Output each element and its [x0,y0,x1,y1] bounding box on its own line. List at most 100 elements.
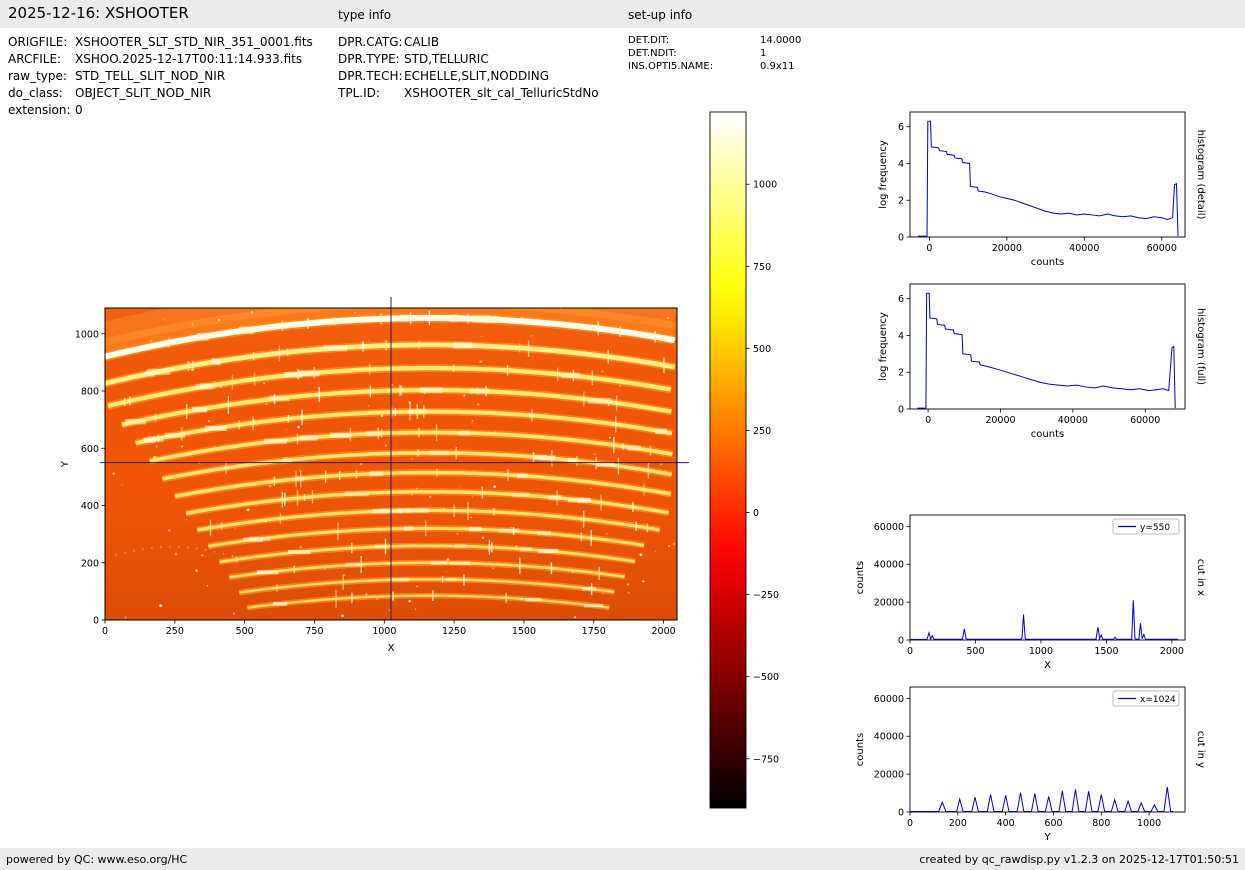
hot-pixel [253,419,255,422]
histogram-full-plot: 0 20000 40000 60000 0 2 4 6 counts log frequency h… [878,283,1206,440]
metadata-key: raw_type: [8,69,67,83]
colorbar-tick-label: 750 [753,262,771,273]
hot-pixel [231,555,234,558]
hot-pixel [660,463,663,466]
hot-pixel [206,585,209,587]
hot-pixel [446,558,450,561]
faint-trail-dot [222,552,225,555]
hot-pixel [573,616,577,619]
colorbar-gradient [709,111,747,809]
legend-label: y=550 [1140,523,1170,533]
metadata-key: DET.NDIT: [628,48,677,59]
hot-pixel [250,310,254,314]
metadata-value: 14.0000 [760,35,802,46]
metadata-key: DPR.TECH: [338,69,403,83]
hot-pixel [124,616,127,619]
x-tick-label: 2000 [1160,646,1184,657]
y-tick-label: 0 [898,405,904,416]
hot-pixel [652,527,654,529]
hot-pixel [470,516,472,519]
hot-pixel [602,593,604,595]
faint-trail-dot [142,548,144,551]
x-tick-label: 500 [236,626,254,637]
hot-pixel [265,403,268,405]
hot-pixel [445,570,448,573]
x-axis-label: Y [1043,832,1051,843]
panel-side-label: histogram (detail) [1195,130,1206,220]
hot-pixel [477,403,480,406]
x-tick-label: 400 [997,818,1015,829]
hot-pixel [191,368,194,372]
faint-trail-dot [240,556,243,559]
panel-side-label: cut in x [1195,559,1206,596]
hot-pixel [429,495,432,498]
hot-pixel [380,414,384,417]
hot-pixel [121,484,124,486]
page-title: 2025-12-16: XSHOOTER [8,4,189,22]
faint-trail-dot [151,547,153,549]
y-tick-label: 4 [898,159,904,170]
legend-label: x=1024 [1140,695,1176,705]
x-tick-label: 0 [102,626,108,637]
hot-pixel [368,405,370,407]
hot-pixel [639,553,643,557]
y-tick-label: 400 [81,501,99,512]
x-tick-label: 1000 [1137,818,1161,829]
panel-side-label: cut in y [1195,731,1206,768]
panel-side-label: histogram (full) [1195,308,1206,385]
y-tick-label: 40000 [874,560,904,571]
hot-pixel [520,597,523,601]
hot-pixel [601,370,604,373]
hot-pixel [559,514,562,516]
hot-pixel [594,453,596,455]
hot-pixel [368,340,370,342]
metadata-value: XSHOOTER_slt_cal_TelluricStdNo [404,86,599,100]
y-tick-label: 6 [898,294,904,305]
footer-bar: powered by QC: www.eso.org/HC created by… [0,848,1245,870]
metadata-row: DET.DIT: 14.0000 [628,34,801,47]
x-tick-label: 0 [907,818,913,829]
x-axis-label: X [388,643,395,654]
hot-pixel [285,429,287,431]
y-axis-label: Y [60,460,71,468]
y-tick-label: 1000 [75,329,99,340]
hot-pixel [218,319,221,322]
metadata-row: DPR.TECH:ECHELLE,SLIT,NODDING [338,68,599,85]
colorbar-tick-label: 250 [753,426,771,437]
figure-canvas: 0 250 500 750 1000 1250 1500 1750 20000200400600… [60,111,1206,843]
hot-pixel [492,567,495,570]
hot-pixel [481,536,485,539]
hot-pixel [376,598,378,600]
hot-pixel [493,485,497,488]
hot-pixel [207,525,210,528]
hot-pixel [185,519,187,521]
hot-pixel [378,528,380,531]
hot-pixel [411,458,414,460]
y-tick-label: 800 [81,387,99,398]
hot-pixel [112,472,115,475]
hot-pixel [359,462,363,466]
type-info-heading: type info [338,8,392,22]
colorbar-tick-label: −250 [753,590,779,601]
hot-pixel [149,339,153,343]
setup-info-block: DET.DIT: 14.0000 DET.NDIT: 1 INS.OPTI5.NAME:… [628,34,801,73]
hot-pixel [195,569,198,572]
hot-pixel [219,386,222,389]
y-axis-label: counts [855,733,866,766]
metadata-value: 0.9x11 [760,61,795,72]
hot-pixel [408,599,412,603]
x-tick-label: 800 [1092,818,1110,829]
metadata-value: ECHELLE,SLIT,NODDING [404,69,550,83]
x-tick-label: 20000 [992,243,1022,254]
hot-pixel [588,377,590,379]
hot-pixel [448,544,451,548]
x-tick-label: 1500 [1094,646,1118,657]
x-axis-label: X [1044,660,1051,671]
hot-pixel [411,493,413,496]
hot-pixel [416,585,418,588]
y-tick-label: 40000 [874,732,904,743]
colorbar-tick-label: 1000 [753,180,777,191]
x-tick-label: 60000 [1130,415,1160,426]
hot-pixel [297,425,300,429]
hot-pixel [515,545,518,548]
